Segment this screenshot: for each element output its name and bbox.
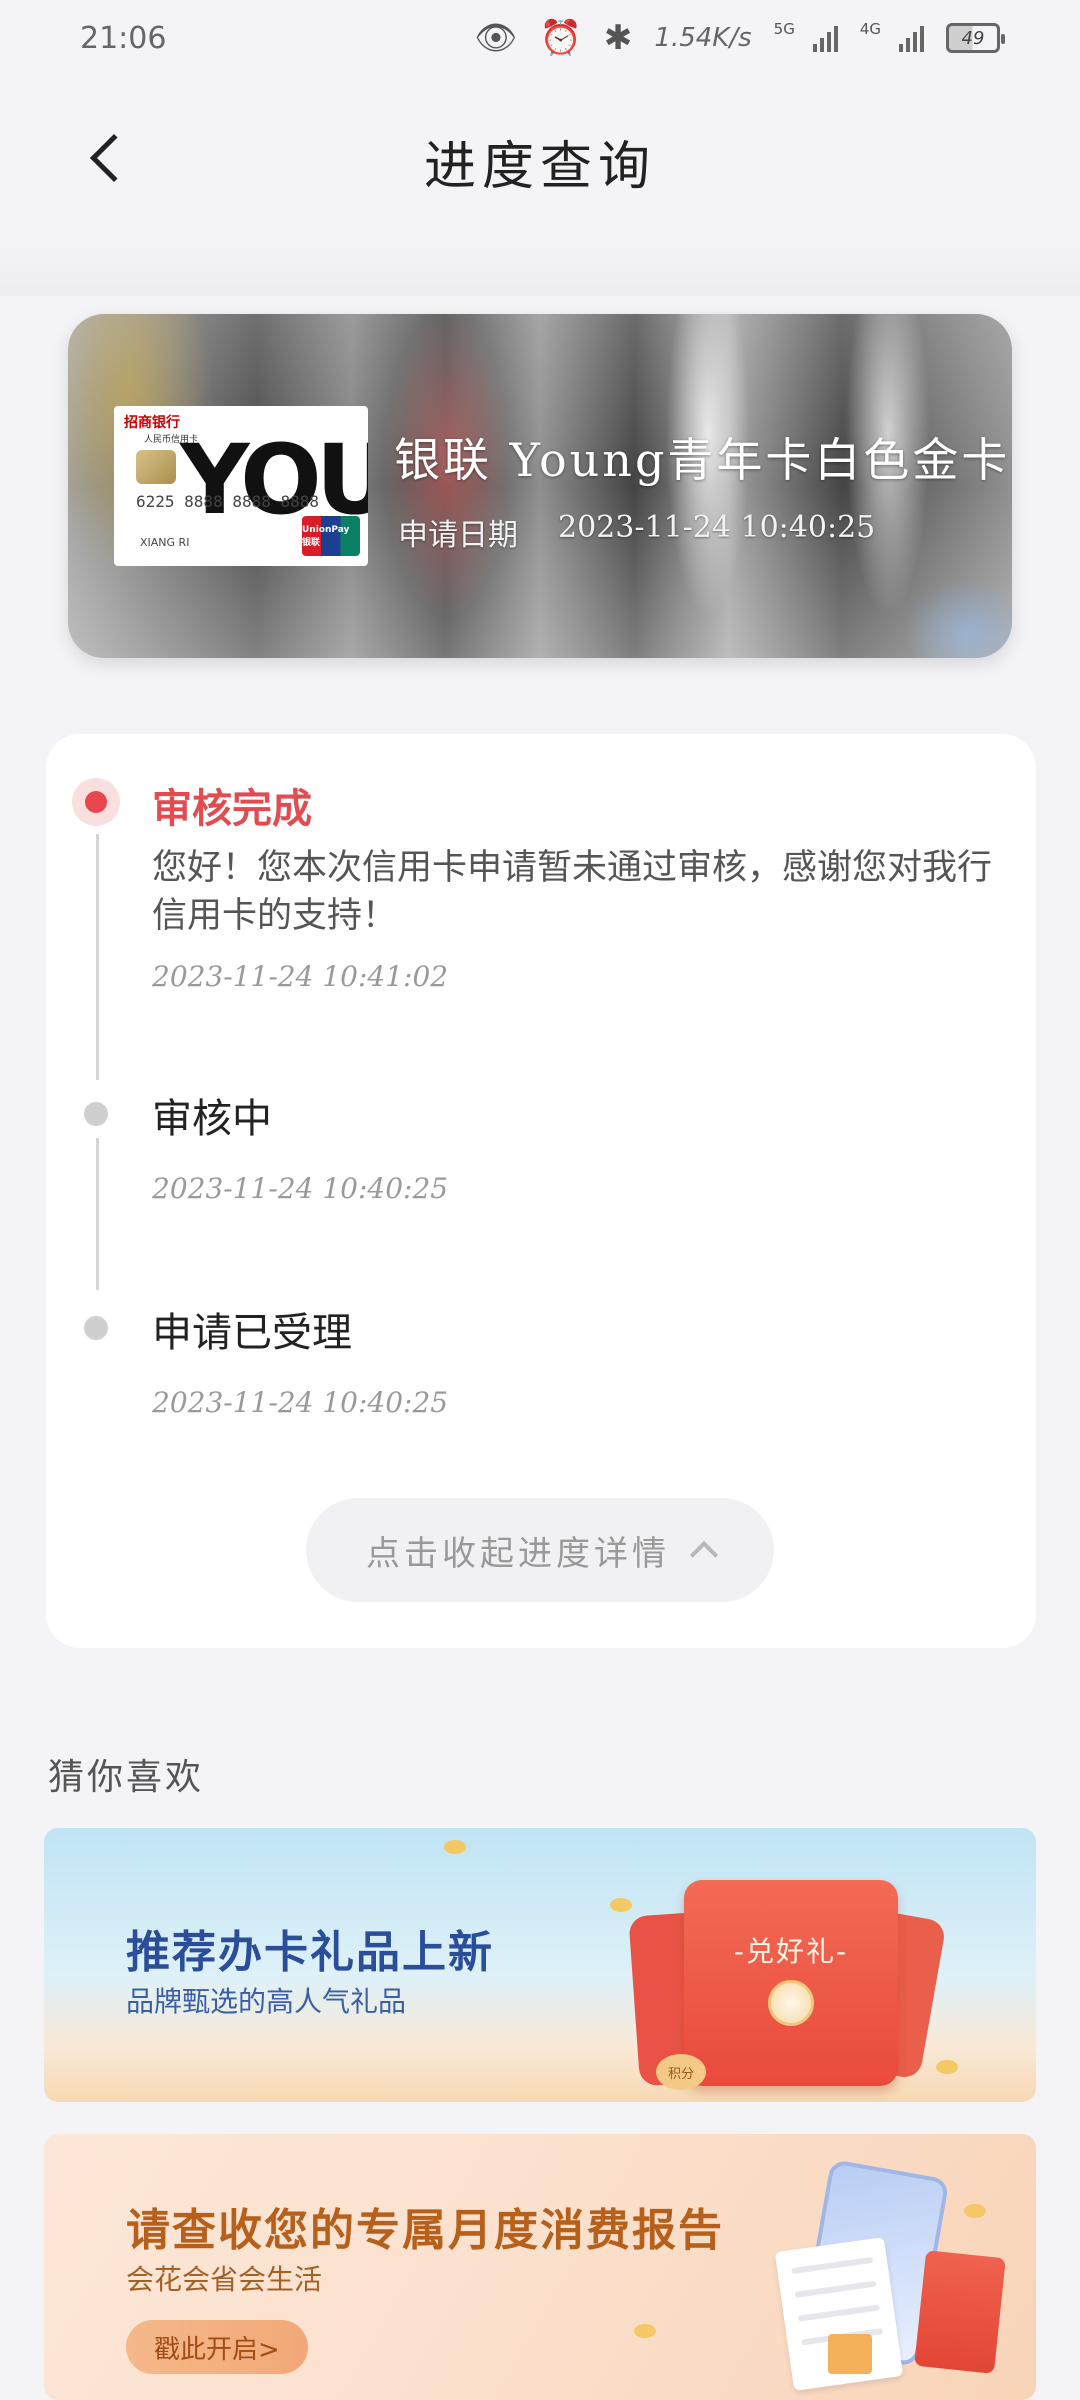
step-title: 审核完成 [152,786,312,832]
coin-icon [444,1840,466,1854]
network-type-5g: 5G [773,20,795,38]
step-time: 2023-11-24 10:40:25 [152,1386,449,1419]
seal-icon [768,1980,814,2026]
signal-icon-2 [899,24,924,52]
gift-box-icon [828,2334,872,2374]
chip-icon [136,450,176,484]
apply-date: 申请日期 2023-11-24 10:40:25 [398,510,875,554]
status-time: 21:06 [80,20,167,56]
promo-subtitle: 会花会省会生活 [126,2263,323,2296]
eye-icon: 👁 [474,18,518,58]
coin-icon [964,2204,986,2218]
status-bar: 21:06 👁 ⏰ ✱ 1.54K/s 5G 4G 49 [0,0,1080,76]
network-speed: 1.54K/s [654,23,752,53]
page-title: 进度查询 [423,137,656,197]
apply-date-value: 2023-11-24 10:40:25 [558,510,876,545]
timeline-line [96,1138,99,1290]
battery-icon: 49 [946,23,1005,53]
promo-banner-report[interactable]: 请查收您的专属月度消费报告 会花会省会生活 戳此开启> [44,2134,1036,2400]
step-title: 审核中 [152,1096,272,1142]
timeline-dot [84,1102,108,1126]
bluetooth-battery-icon: ✱ [603,18,633,58]
progress-panel: 审核完成 您好！您本次信用卡申请暂未通过审核，感谢您对我行信用卡的支持！ 202… [46,734,1036,1648]
points-label: 积分 [667,2066,694,2082]
card-name: 银联 Young青年卡白色金卡 [394,433,1011,487]
apply-date-label: 申请日期 [398,518,518,553]
step-time: 2023-11-24 10:41:02 [152,960,449,993]
promo-banner-gifts[interactable]: 推荐办卡礼品上新 品牌甄选的高人气礼品 -兑好礼- 积分 [44,1828,1036,2102]
chevron-up-icon [689,1540,719,1570]
signal-icon [812,24,838,52]
card-image: 招商银行 人民币信用卡 YOUNG 6225 8888 8888 8888 XI… [114,406,368,566]
header-divider [0,236,1080,296]
promo-title: 推荐办卡礼品上新 [126,1927,494,1978]
red-envelope-icon [914,2250,1006,2374]
battery-level: 49 [961,27,985,49]
unionpay-logo: UnionPay 银联 [302,516,360,556]
timeline-dot-active [72,778,120,826]
coin-icon [936,2060,958,2074]
collapse-label: 点击收起进度详情 [366,1533,670,1574]
alarm-icon: ⏰ [539,18,582,58]
header: 进度查询 [0,76,1080,236]
card-holder: XIANG RI [140,536,190,549]
promo-subtitle: 品牌甄选的高人气礼品 [126,1985,407,2018]
gift-envelope-icon: -兑好礼- [684,1880,898,2086]
status-icons: 👁 ⏰ ✱ 1.54K/s 5G 4G 49 [474,18,1005,58]
network-type-4g: 4G [859,20,881,38]
card-info-banner: 招商银行 人民币信用卡 YOUNG 6225 8888 8888 8888 XI… [68,314,1012,658]
step-description: 您好！您本次信用卡申请暂未通过审核，感谢您对我行信用卡的支持！ [152,848,993,936]
open-report-button[interactable]: 戳此开启> [126,2320,308,2374]
bank-logo: 招商银行 [124,415,180,431]
card-number: 6225 8888 8888 8888 [136,492,320,511]
points-coin-icon: 积分 [656,2054,706,2090]
coin-icon [634,2324,656,2338]
gift-label: -兑好礼- [733,1935,849,1968]
timeline-line [96,834,99,1080]
timeline-dot [84,1316,108,1340]
promo-title: 请查收您的专属月度消费报告 [126,2205,724,2256]
step-title: 申请已受理 [152,1310,352,1356]
collapse-progress-button[interactable]: 点击收起进度详情 [306,1498,774,1602]
coin-icon [610,1898,632,1912]
section-title: 猜你喜欢 [48,1757,205,1798]
step-time: 2023-11-24 10:40:25 [152,1172,449,1205]
